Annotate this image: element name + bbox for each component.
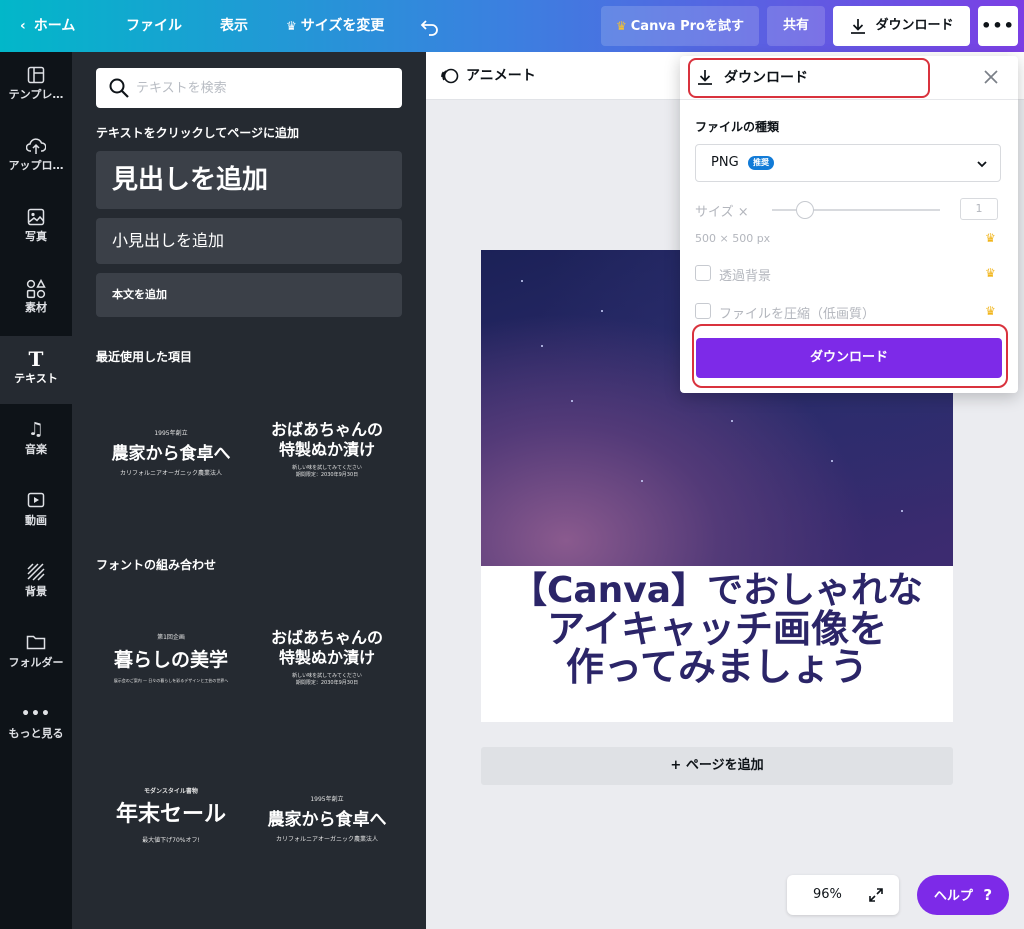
font-template-tile[interactable]: おばあちゃんの 特製ぬか漬け 新しい味を試してみてください 期間限定：2030年… — [252, 586, 402, 736]
star — [641, 480, 643, 482]
top-bar: ‹ ホーム ファイル 表示 ♛ サイズを変更 ♛ Canva Proを試す 共有 ダウ… — [0, 0, 1024, 52]
add-body-button[interactable]: 本文を追加 — [96, 273, 402, 317]
size-label: サイズ × — [695, 205, 749, 220]
compress-checkbox[interactable] — [695, 303, 711, 319]
undo-icon — [420, 20, 438, 36]
file-type-label: ファイルの種類 — [695, 120, 780, 134]
search-box — [96, 68, 402, 108]
view-menu[interactable]: 表示 — [220, 0, 248, 52]
font-combo-heading: フォントの組み合わせ — [96, 558, 217, 572]
crown-icon: ♛ — [286, 19, 297, 33]
star — [541, 345, 543, 347]
recommended-badge: 推奨 — [748, 156, 774, 170]
text-icon: T — [28, 347, 44, 371]
animate-icon — [441, 68, 459, 84]
compress-label: ファイルを圧縮（低画質） — [719, 307, 876, 322]
music-icon: ♫ — [27, 419, 45, 440]
sidebar-item-folders[interactable]: フォルダー — [0, 620, 72, 688]
folder-icon — [0, 620, 72, 652]
file-menu[interactable]: ファイル — [126, 0, 182, 52]
highlight-box — [688, 58, 930, 98]
star — [731, 420, 733, 422]
chevron-down-icon — [977, 161, 987, 168]
sidebar-item-more[interactable]: ••• もっと見る — [0, 691, 72, 759]
sidebar-rail: テンプレ… アップロ… 写真 素材 T テキスト ♫ 音楽 動画 背景 フォルダ… — [0, 52, 72, 929]
search-input[interactable] — [136, 76, 386, 100]
size-slider-handle[interactable] — [796, 201, 814, 219]
add-subheading-button[interactable]: 小見出しを追加 — [96, 218, 402, 264]
star — [601, 310, 603, 312]
crown-icon: ♛ — [985, 304, 996, 318]
recent-heading: 最近使用した項目 — [96, 350, 193, 364]
download-panel: ダウンロード ファイルの種類 PNG 推奨 サイズ × 1 500 × 500 … — [680, 56, 1018, 393]
sidebar-item-uploads[interactable]: アップロ… — [0, 123, 72, 191]
try-pro-button[interactable]: ♛ Canva Proを試す — [601, 6, 759, 46]
home-button[interactable]: ‹ ホーム — [20, 0, 75, 52]
zoom-level: 96% — [813, 887, 842, 902]
crown-icon: ♛ — [985, 231, 996, 245]
text-panel: テキストをクリックしてページに追加 見出しを追加 小見出しを追加 本文を追加 最… — [72, 52, 426, 929]
star — [571, 400, 573, 402]
add-heading-button[interactable]: 見出しを追加 — [96, 151, 402, 209]
sidebar-item-backgrounds[interactable]: 背景 — [0, 549, 72, 617]
more-options-button[interactable]: ••• — [978, 6, 1018, 46]
font-template-tile[interactable]: おばあちゃんの 特製ぬか漬け 新しい味を試してみてください 期間限定：2030年… — [252, 374, 402, 524]
font-template-tile[interactable]: 1995年創立 農家から食卓へ カリフォルニアオーガニック農業法人 — [96, 374, 246, 524]
video-icon — [0, 478, 72, 510]
font-template-tile[interactable]: 1995年創立 農家から食卓へ カリフォルニアオーガニック農業法人 — [252, 764, 402, 914]
star — [521, 280, 523, 282]
crown-icon: ♛ — [616, 19, 627, 33]
photo-icon — [0, 194, 72, 226]
search-icon — [109, 78, 129, 98]
elements-icon — [0, 265, 72, 299]
click-to-add-heading: テキストをクリックしてページに追加 — [96, 126, 300, 140]
star — [831, 460, 833, 462]
undo-button[interactable] — [420, 0, 440, 52]
download-button[interactable]: ダウンロード — [833, 6, 970, 46]
sidebar-item-videos[interactable]: 動画 — [0, 478, 72, 546]
transparent-bg-label: 透過背景 — [719, 269, 772, 284]
crown-icon: ♛ — [985, 266, 996, 280]
share-button[interactable]: 共有 — [767, 6, 825, 46]
font-template-tile[interactable]: モダンスタイル書物 年末セール 最大値下げ70%オフ! — [96, 764, 246, 914]
highlight-box — [692, 324, 1008, 388]
background-icon — [0, 549, 72, 581]
animate-button[interactable]: アニメート — [440, 52, 536, 100]
template-icon — [0, 52, 72, 84]
chevron-left-icon: ‹ — [20, 18, 26, 34]
download-icon — [851, 18, 866, 34]
sidebar-item-photos[interactable]: 写真 — [0, 194, 72, 262]
design-headline: 【Canva】でおしゃれな アイキャッチ画像を 作ってみましょう — [510, 570, 924, 689]
star — [901, 510, 903, 512]
sidebar-item-text[interactable]: T テキスト — [0, 336, 72, 404]
more-icon: ••• — [981, 16, 1015, 35]
expand-icon[interactable] — [867, 886, 885, 904]
question-icon: ? — [983, 886, 993, 904]
dimensions-text: 500 × 500 px — [695, 232, 771, 245]
help-button[interactable]: ヘルプ ? — [917, 875, 1009, 915]
sidebar-item-templates[interactable]: テンプレ… — [0, 52, 72, 120]
resize-button[interactable]: ♛ サイズを変更 — [286, 0, 384, 52]
horizontal-scrollbar[interactable] — [426, 918, 1024, 929]
size-input[interactable]: 1 — [960, 198, 998, 220]
font-template-tile[interactable]: 第1回企画 暮らしの美学 展示会のご案内 — 日々の暮らしを彩るデザインと工芸の… — [96, 586, 246, 736]
add-page-button[interactable]: + ページを追加 — [481, 747, 953, 785]
upload-icon — [0, 123, 72, 155]
close-icon[interactable] — [982, 68, 1000, 86]
more-icon: ••• — [21, 706, 51, 722]
sidebar-item-elements[interactable]: 素材 — [0, 265, 72, 333]
zoom-control[interactable]: 96% — [787, 875, 899, 915]
transparent-bg-checkbox[interactable] — [695, 265, 711, 281]
sidebar-item-music[interactable]: ♫ 音楽 — [0, 407, 72, 475]
file-type-select[interactable]: PNG 推奨 — [695, 144, 1001, 182]
